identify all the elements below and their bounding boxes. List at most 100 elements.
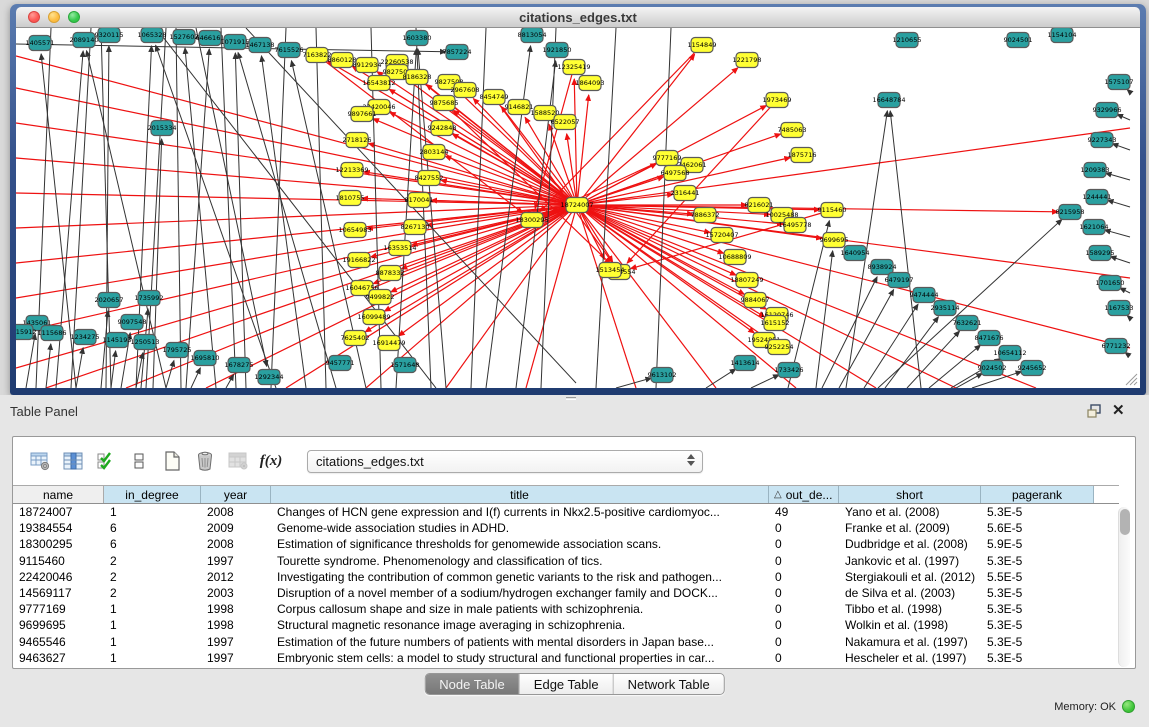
table-row[interactable]: 1938455462009Genome-wide association stu… (13, 520, 1119, 536)
teal-node[interactable]: 9613102 (648, 368, 677, 383)
black-edge[interactable] (751, 375, 779, 388)
teal-node[interactable]: 1250513 (131, 335, 160, 350)
yellow-node[interactable]: 12325419 (557, 60, 590, 75)
black-edge[interactable] (76, 348, 83, 388)
teal-node[interactable]: 1589295 (1086, 246, 1115, 261)
yellow-node[interactable]: 16099489 (357, 310, 390, 325)
teal-node[interactable]: 1527602 (170, 30, 199, 45)
teal-node[interactable]: 1733426 (775, 363, 804, 378)
teal-node[interactable]: 1701650 (1096, 276, 1125, 291)
table-row[interactable]: 1830029562008Estimation of significance … (13, 536, 1119, 552)
yellow-node[interactable]: 7485063 (778, 123, 807, 138)
red-edge[interactable] (577, 205, 1130, 348)
black-edge[interactable] (839, 290, 894, 388)
teal-node[interactable]: 8215958 (1056, 205, 1085, 220)
teal-node[interactable]: 1210655 (893, 33, 922, 48)
network-select-dropdown[interactable]: citations_edges.txt (307, 450, 703, 473)
teal-node[interactable]: 1621064 (1080, 220, 1109, 235)
teal-node[interactable]: 1145193 (103, 333, 132, 348)
yellow-node[interactable]: 1973469 (763, 93, 792, 108)
yellow-node[interactable]: 9146821 (505, 100, 534, 115)
yellow-node[interactable]: 9242848 (428, 121, 457, 136)
new-table-icon[interactable] (159, 449, 185, 473)
teal-node[interactable]: 1575107 (1105, 75, 1134, 90)
yellow-node[interactable]: 1513454 (596, 263, 625, 278)
teal-node[interactable]: 1571648 (391, 358, 420, 373)
black-edge[interactable] (156, 45, 276, 388)
yellow-node[interactable]: 2718126 (343, 133, 372, 148)
teal-node[interactable]: 9474444 (910, 288, 939, 303)
yellow-node[interactable]: 16914479 (372, 336, 405, 351)
yellow-node[interactable]: 12213369 (335, 163, 368, 178)
teal-node[interactable]: 2020657 (95, 293, 124, 308)
black-edge[interactable] (1117, 114, 1130, 120)
table-row[interactable]: 946362711997Embryonic stem cells: a mode… (13, 650, 1119, 666)
teal-node[interactable]: 1065328 (138, 28, 167, 43)
yellow-node[interactable]: 2316441 (671, 186, 700, 201)
table-row[interactable]: 969969511998Structural magnetic resonanc… (13, 617, 1119, 633)
teal-node[interactable]: 9320115 (95, 28, 124, 43)
teal-node[interactable]: 6771232 (1102, 339, 1131, 354)
network-graph[interactable]: 1872400723420046989766127181261221336918… (16, 28, 1140, 388)
yellow-node[interactable]: 8170041 (405, 193, 434, 208)
teal-node[interactable]: 9097548 (118, 315, 147, 330)
yellow-node[interactable]: 8267130 (401, 220, 430, 235)
float-panel-icon[interactable] (1086, 403, 1104, 419)
network-window[interactable]: citations_edges.txt 18724007234200469897… (10, 4, 1146, 395)
black-edge[interactable] (885, 317, 938, 388)
yellow-node[interactable]: 9115460 (818, 203, 847, 218)
table-settings-icon[interactable] (27, 449, 53, 473)
teal-node[interactable]: 9024502 (978, 361, 1007, 376)
teal-node[interactable]: 1467138 (246, 38, 275, 53)
yellow-node[interactable]: 9252254 (765, 340, 794, 355)
teal-node[interactable]: 1405571 (26, 36, 55, 51)
teal-node[interactable]: 1115686 (38, 326, 67, 341)
column-header-year[interactable]: year (201, 486, 271, 503)
yellow-node[interactable]: 9699695 (820, 233, 849, 248)
table-row[interactable]: 1456911722003Disruption of a novel membe… (13, 585, 1119, 601)
black-edge[interactable] (656, 28, 671, 388)
function-builder-icon[interactable]: f(x) (258, 449, 284, 473)
column-header-out_de[interactable]: △out_de... (769, 486, 839, 503)
table-row[interactable]: 977716911998Corpus callosum shape and si… (13, 601, 1119, 617)
window-title-bar[interactable]: citations_edges.txt (16, 7, 1140, 28)
yellow-node[interactable]: 7886372 (691, 208, 720, 223)
red-edge[interactable] (577, 128, 1130, 205)
yellow-node[interactable]: 10654983 (338, 223, 371, 238)
table-scrollbar[interactable] (1118, 507, 1130, 667)
black-edge[interactable] (176, 28, 181, 388)
teal-node[interactable]: 1695810 (191, 351, 220, 366)
teal-node[interactable]: 1603380 (403, 31, 432, 46)
red-edge[interactable] (577, 95, 589, 205)
yellow-node[interactable]: 8427552 (415, 171, 444, 186)
yellow-node[interactable]: 6497568 (661, 166, 690, 181)
teal-node[interactable]: 9457771 (326, 356, 355, 371)
show-column-icon[interactable] (60, 449, 86, 473)
teal-node[interactable]: 9227343 (1088, 133, 1117, 148)
yellow-node[interactable]: 9884067 (741, 293, 770, 308)
tab-node-table[interactable]: Node Table (425, 674, 520, 694)
teal-node[interactable]: 9024501 (1004, 33, 1033, 48)
yellow-node[interactable]: 9897661 (348, 107, 377, 122)
black-edge[interactable] (929, 345, 981, 388)
splitter-handle[interactable] (563, 396, 579, 402)
table-row[interactable]: 1872400712008Changes of HCN gene express… (13, 504, 1119, 520)
yellow-node[interactable]: 9875685 (430, 96, 459, 111)
memory-status-icon[interactable] (1122, 700, 1135, 713)
yellow-node[interactable]: 1221798 (733, 53, 762, 68)
teal-node[interactable]: 1154104 (1048, 28, 1077, 43)
teal-node[interactable]: 7615526 (275, 43, 304, 58)
select-rows-icon[interactable] (93, 449, 119, 473)
black-edge[interactable] (101, 311, 108, 388)
yellow-node[interactable]: 1810755 (336, 191, 365, 206)
red-edge[interactable] (373, 119, 577, 205)
black-edge[interactable] (1110, 256, 1130, 263)
teal-node[interactable]: 1413614 (731, 356, 760, 371)
yellow-node[interactable]: 1615152 (761, 316, 790, 331)
delete-table-icon[interactable] (192, 449, 218, 473)
black-edge[interactable] (1112, 144, 1130, 150)
teal-node[interactable]: 1735992 (135, 291, 164, 306)
black-edge[interactable] (191, 368, 200, 388)
yellow-node[interactable]: 8912934 (353, 58, 382, 73)
yellow-node[interactable]: 15720407 (705, 228, 738, 243)
